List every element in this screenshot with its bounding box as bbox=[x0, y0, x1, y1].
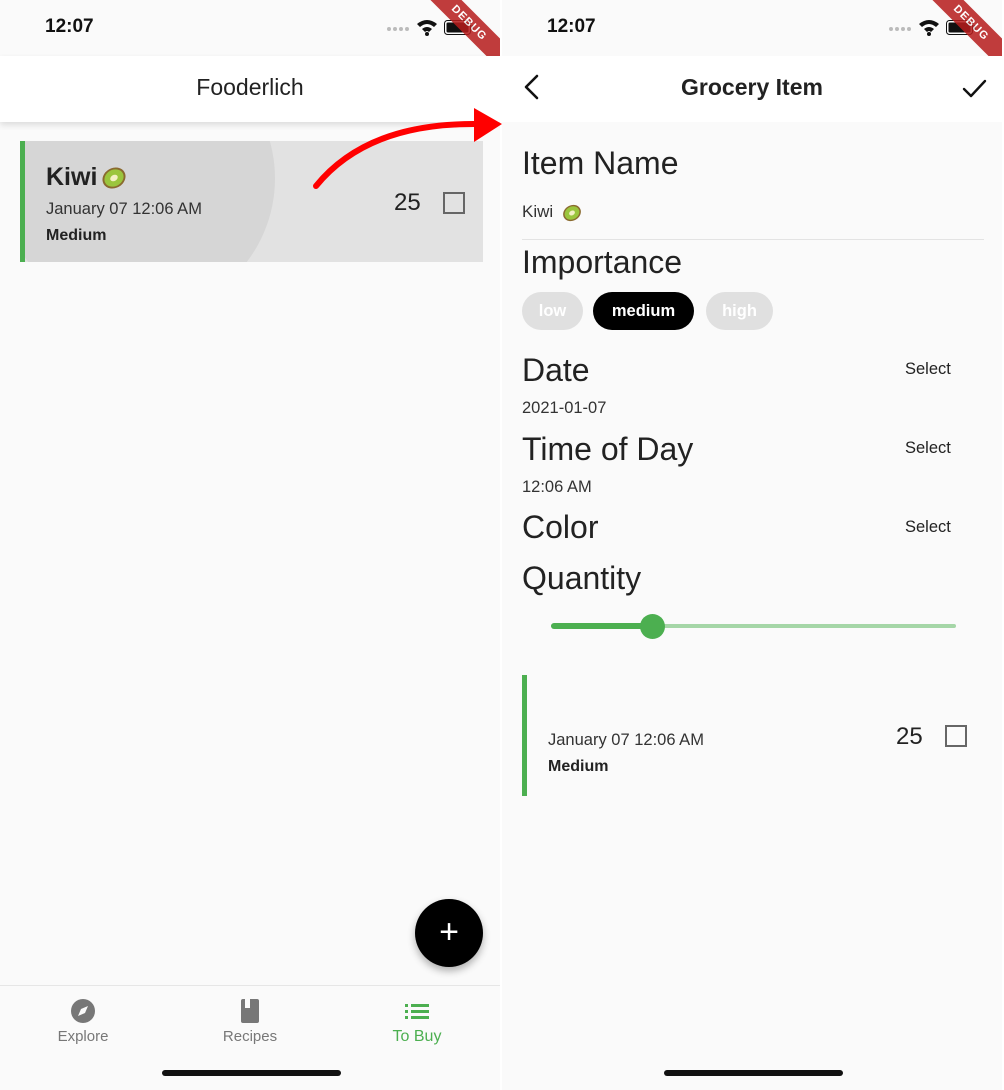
item-quantity: 25 bbox=[394, 189, 421, 216]
chip-high[interactable]: high bbox=[706, 292, 773, 330]
tile-color-bar bbox=[522, 675, 527, 796]
nav-label-explore: Explore bbox=[57, 1028, 109, 1045]
time-value: 12:06 AM bbox=[522, 478, 592, 496]
app-title: Fooderlich bbox=[196, 74, 304, 100]
preview-date: January 07 12:06 AM bbox=[548, 731, 704, 749]
check-icon[interactable] bbox=[960, 74, 988, 102]
item-importance: Medium bbox=[46, 227, 107, 244]
home-indicator bbox=[664, 1070, 843, 1076]
app-bar: Grocery Item bbox=[502, 56, 1002, 122]
importance-heading: Importance bbox=[522, 244, 683, 280]
status-bar: 12:07 bbox=[0, 0, 500, 56]
kiwi-emoji-icon bbox=[563, 204, 581, 221]
quantity-heading: Quantity bbox=[522, 560, 642, 596]
list-icon bbox=[405, 1004, 429, 1019]
add-item-button[interactable]: + bbox=[415, 899, 483, 967]
quantity-slider-active-track bbox=[551, 623, 653, 629]
color-select-button[interactable]: Select bbox=[905, 518, 951, 537]
preview-importance: Medium bbox=[548, 758, 609, 775]
time-select-button[interactable]: Select bbox=[905, 439, 951, 458]
date-value: 2021-01-07 bbox=[522, 399, 607, 417]
date-select-button[interactable]: Select bbox=[905, 360, 951, 379]
home-indicator bbox=[162, 1070, 341, 1076]
preview-checkbox[interactable] bbox=[945, 725, 967, 747]
status-time: 12:07 bbox=[45, 16, 94, 37]
item-name-value: Kiwi bbox=[522, 202, 554, 221]
nav-label-to-buy: To Buy bbox=[392, 1028, 442, 1045]
complete-checkbox[interactable] bbox=[443, 192, 465, 214]
chip-medium[interactable]: medium bbox=[593, 292, 694, 330]
nav-recipes[interactable]: Recipes bbox=[167, 986, 333, 1056]
status-bar: 12:07 bbox=[502, 0, 1002, 56]
tile-color-bar bbox=[20, 141, 25, 262]
color-heading: Color bbox=[522, 509, 599, 545]
item-date: January 07 12:06 AM bbox=[46, 200, 202, 218]
name-field-underline bbox=[522, 239, 984, 240]
wifi-icon bbox=[919, 20, 939, 36]
kiwi-emoji-icon bbox=[102, 167, 126, 189]
transition-arrow-icon bbox=[313, 108, 502, 189]
item-name-field[interactable]: Kiwi bbox=[522, 202, 582, 223]
grocery-tile-preview: January 07 12:06 AM Medium 25 bbox=[522, 675, 985, 796]
nav-explore[interactable]: Explore bbox=[0, 986, 166, 1056]
status-time: 12:07 bbox=[547, 16, 596, 37]
grocery-item-screen: 12:07 DEBUG Grocery Item Item Name Kiwi bbox=[502, 0, 1002, 1090]
time-heading: Time of Day bbox=[522, 431, 694, 467]
wifi-icon bbox=[417, 20, 437, 36]
chip-low[interactable]: low bbox=[522, 292, 583, 330]
quantity-slider-thumb[interactable] bbox=[639, 614, 665, 639]
preview-quantity: 25 bbox=[896, 723, 923, 750]
compass-icon bbox=[71, 999, 95, 1023]
signal-icon bbox=[889, 27, 911, 31]
item-name-text: Kiwi bbox=[46, 163, 98, 191]
item-name-heading: Item Name bbox=[522, 145, 679, 181]
screen-title: Grocery Item bbox=[681, 74, 823, 100]
nav-label-recipes: Recipes bbox=[222, 1028, 278, 1045]
book-icon bbox=[241, 999, 259, 1023]
signal-icon bbox=[387, 27, 409, 31]
nav-to-buy[interactable]: To Buy bbox=[334, 986, 500, 1056]
date-heading: Date bbox=[522, 352, 590, 388]
item-name: Kiwi bbox=[46, 163, 127, 192]
